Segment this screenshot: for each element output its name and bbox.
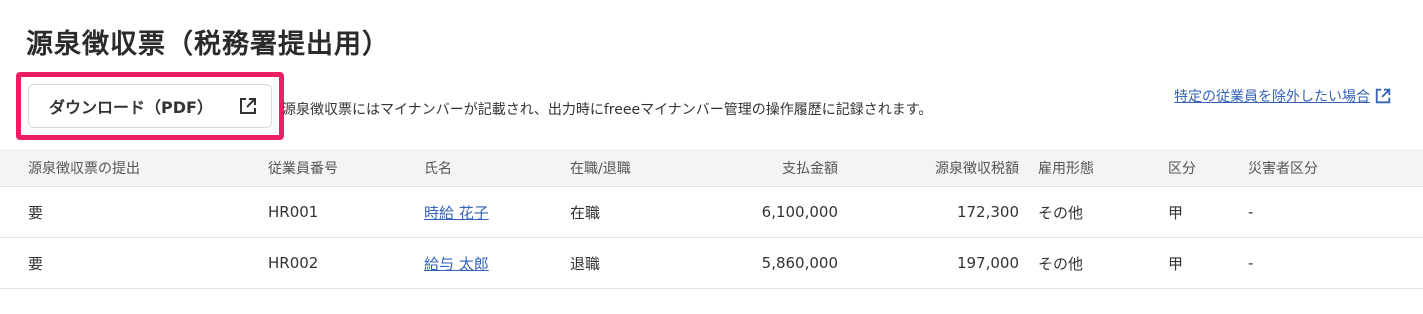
- cell-status: 在職: [570, 203, 601, 222]
- table-row: 要 HR002 給与 太郎 退職 5,860,000 197,000 その他 甲…: [0, 238, 1423, 289]
- cell-disaster: -: [1248, 203, 1254, 221]
- cell-employment-type: その他: [1038, 203, 1084, 222]
- cell-employment-type: その他: [1038, 254, 1084, 273]
- table-header-row: 源泉徴収票の提出 従業員番号 氏名 在職/退職 支払金額 源泉徴収税額 雇用形態…: [0, 149, 1423, 187]
- open-external-icon: [1374, 86, 1394, 106]
- cell-category: 甲: [1168, 203, 1184, 222]
- header-disaster: 災害者区分: [1248, 160, 1318, 177]
- header-submission: 源泉徴収票の提出: [28, 160, 140, 177]
- cell-tax: 172,300: [956, 203, 1019, 221]
- cell-submission: 要: [28, 203, 44, 222]
- header-payment: 支払金額: [782, 160, 838, 177]
- download-pdf-button-label: ダウンロード（PDF）: [49, 98, 213, 117]
- cell-disaster: -: [1248, 254, 1254, 272]
- exclude-employee-link-label: 特定の従業員を除外したい場合: [1174, 89, 1370, 105]
- cell-payment: 6,100,000: [761, 203, 838, 221]
- header-status: 在職/退職: [570, 160, 631, 177]
- header-tax: 源泉徴収税額: [935, 160, 1019, 177]
- header-category: 区分: [1168, 160, 1196, 177]
- cell-payment: 5,860,000: [761, 254, 838, 272]
- download-pdf-button[interactable]: ダウンロード（PDF）: [28, 84, 272, 128]
- cell-employee-no: HR002: [268, 254, 319, 272]
- employee-name-link[interactable]: 時給 花子: [424, 202, 489, 223]
- cell-status: 退職: [570, 254, 601, 273]
- cell-employee-no: HR001: [268, 203, 319, 221]
- cell-tax: 197,000: [956, 254, 1019, 272]
- withholding-table: 源泉徴収票の提出 従業員番号 氏名 在職/退職 支払金額 源泉徴収税額 雇用形態…: [0, 149, 1423, 289]
- employee-name-link[interactable]: 給与 太郎: [424, 253, 489, 274]
- cell-category: 甲: [1168, 254, 1184, 273]
- cell-submission: 要: [28, 254, 44, 273]
- page-title: 源泉徴収票（税務署提出用）: [26, 29, 390, 60]
- table-row: 要 HR001 時給 花子 在職 6,100,000 172,300 その他 甲…: [0, 187, 1423, 238]
- exclude-employee-link[interactable]: 特定の従業員を除外したい場合: [1174, 86, 1394, 106]
- open-external-icon: [237, 95, 259, 117]
- header-employment-type: 雇用形態: [1038, 160, 1094, 177]
- header-employee-no: 従業員番号: [268, 160, 338, 177]
- header-name: 氏名: [424, 160, 452, 177]
- page: 源泉徴収票（税務署提出用） ダウンロード（PDF） 源泉徴収票にはマイナンバーが…: [0, 0, 1423, 314]
- mynumber-notice: 源泉徴収票にはマイナンバーが記載され、出力時にfreeeマイナンバー管理の操作履…: [282, 102, 933, 118]
